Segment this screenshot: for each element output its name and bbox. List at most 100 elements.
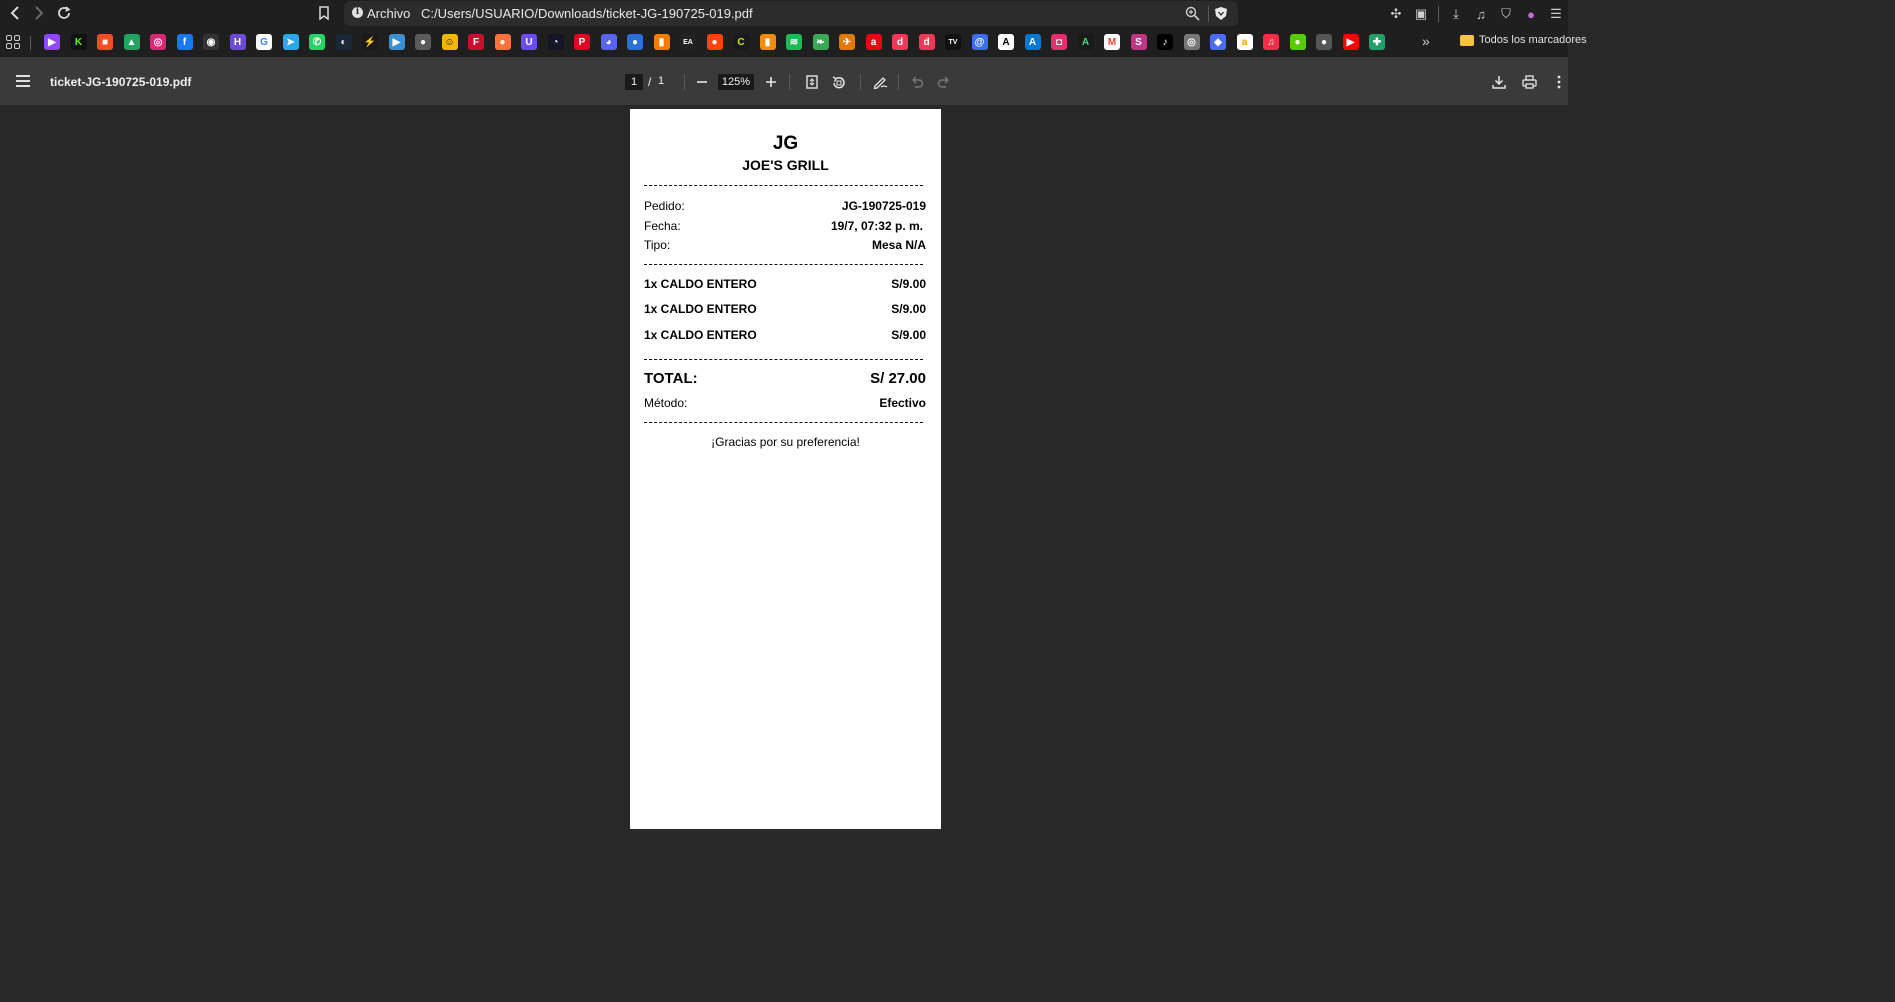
media-controls-icon[interactable]: ♫ xyxy=(1473,6,1489,22)
zoom-in-button[interactable] xyxy=(762,73,780,91)
a-icon[interactable]: a xyxy=(865,34,882,50)
total-label: TOTAL: xyxy=(644,370,698,387)
reload-icon xyxy=(58,6,71,19)
tiktok-icon[interactable]: ♪ xyxy=(1157,34,1173,50)
anime-a-icon[interactable]: A xyxy=(1077,34,1094,50)
whatsapp-icon[interactable]: ✆ xyxy=(309,34,325,50)
play-icon[interactable]: ▶ xyxy=(388,34,405,50)
apps-grid-icon[interactable] xyxy=(6,35,20,49)
tradingview-icon[interactable]: TV xyxy=(945,34,961,50)
telegram-icon[interactable]: ➤ xyxy=(282,34,299,50)
deepseek-icon[interactable]: ◆ xyxy=(1210,34,1226,50)
print-button[interactable] xyxy=(1520,73,1538,91)
reddit-icon[interactable]: ● xyxy=(706,34,723,50)
puzzle-green-icon[interactable]: ✚ xyxy=(1369,34,1385,50)
hianime-icon[interactable]: H xyxy=(229,34,246,50)
pdf-page: JG JOE'S GRILL Pedido: JG-190725-019 Fec… xyxy=(630,109,941,829)
toolbar-divider xyxy=(1438,6,1439,22)
instagram-icon[interactable]: ◎ xyxy=(150,34,166,50)
instagram-d-icon[interactable]: ◘ xyxy=(1051,34,1067,50)
apple-icon[interactable]: ● xyxy=(1316,34,1332,50)
page-number-input[interactable]: 1 xyxy=(625,74,643,90)
site-info-icon[interactable]: i xyxy=(352,7,363,18)
analytics-icon[interactable]: ▮ xyxy=(759,34,776,50)
globe-icon[interactable]: ● xyxy=(415,34,431,50)
undo-button[interactable] xyxy=(908,73,926,91)
sidebar-menu-icon[interactable] xyxy=(16,75,30,87)
line-item-price: S/9.00 xyxy=(891,302,926,316)
kick-icon[interactable]: K xyxy=(70,34,87,50)
loader-icon[interactable]: C xyxy=(733,34,749,50)
azure-icon[interactable]: A xyxy=(1024,34,1041,50)
bird-icon[interactable]: ✈ xyxy=(839,34,855,50)
all-bookmarks-folder[interactable]: Todos los marcadores xyxy=(1460,34,1587,46)
forward-button[interactable] xyxy=(29,4,49,22)
fit-page-button[interactable] xyxy=(803,73,821,91)
facebook-icon[interactable]: f xyxy=(176,34,193,50)
d-icon[interactable]: d xyxy=(892,34,908,50)
line-item-desc: 1x CALDO ENTERO xyxy=(644,277,757,291)
firefox-icon[interactable]: ● xyxy=(494,34,511,50)
smile-icon[interactable]: ☺ xyxy=(441,34,458,50)
bookmark-page-icon[interactable] xyxy=(316,5,332,21)
reading-list-icon[interactable]: ▣ xyxy=(1413,6,1429,22)
music-icon[interactable]: ♫ xyxy=(1263,34,1279,50)
line-item-price: S/9.00 xyxy=(891,328,926,342)
youtube-icon[interactable]: ▶ xyxy=(1342,34,1359,50)
twitch-icon[interactable]: ▶ xyxy=(44,34,60,50)
pdf-title: ticket-JG-190725-019.pdf xyxy=(50,75,192,89)
s-icon[interactable]: S xyxy=(1130,34,1147,50)
url-scheme-chip[interactable]: Archivo xyxy=(367,6,410,21)
earth-icon[interactable]: ● xyxy=(627,34,643,50)
pinterest-icon[interactable]: P xyxy=(574,34,590,50)
microsoft-icon[interactable]: ■ xyxy=(97,34,113,50)
pulse-icon[interactable]: ⚡ xyxy=(362,34,378,50)
stats-icon[interactable]: ▮ xyxy=(653,34,670,50)
target-icon[interactable]: ◎ xyxy=(1183,34,1200,50)
zoom-level-input[interactable]: 125% xyxy=(718,74,754,90)
speedtest-icon[interactable]: ◔ xyxy=(547,34,564,50)
google-icon[interactable]: G xyxy=(256,34,272,50)
reload-button[interactable] xyxy=(54,4,74,22)
url-text[interactable]: C:/Users/USUARIO/Downloads/ticket-JG-190… xyxy=(421,6,753,21)
duolingo-icon[interactable]: ● xyxy=(1289,34,1306,50)
d2-icon[interactable]: d xyxy=(918,34,935,50)
ea-icon[interactable]: EA xyxy=(680,34,696,50)
discord-icon[interactable]: ◕ xyxy=(600,34,617,50)
gmail-icon[interactable]: M xyxy=(1104,34,1120,50)
more-options-button[interactable] xyxy=(1550,73,1568,91)
flag-icon[interactable]: F xyxy=(468,34,484,50)
order-label: Pedido: xyxy=(644,199,685,213)
redo-button[interactable] xyxy=(935,73,953,91)
profile-avatar-icon[interactable]: ● xyxy=(1523,6,1539,22)
draw-button[interactable] xyxy=(871,73,889,91)
browser-menu-icon[interactable]: ☰ xyxy=(1548,6,1564,22)
amazon-icon[interactable]: a xyxy=(1236,34,1253,50)
zoom-out-button[interactable] xyxy=(693,73,711,91)
extensions-puzzle-icon[interactable]: ✣ xyxy=(1388,6,1404,22)
downloads-icon[interactable]: ⤓ xyxy=(1448,6,1464,22)
pdf-viewer[interactable]: JG JOE'S GRILL Pedido: JG-190725-019 Fec… xyxy=(0,105,1568,829)
bookmarks-bar: ▶ K ■ ▲ ◎ f ◉ H G ➤ ✆ ◐ ⚡ ▶ ● ☺ F ● U ◔ P ◕ ● ▮ EA ● C ▮ ≋ ❧ ✈ a d d TV @ A A… xyxy=(0,27,1587,57)
line-item: 1x CALDO ENTERO S/9.00 xyxy=(644,302,926,316)
at-icon[interactable]: @ xyxy=(971,34,988,50)
steam-icon[interactable]: ◐ xyxy=(335,34,352,50)
address-bar-divider xyxy=(1208,6,1209,22)
order-row: Pedido: JG-190725-019 xyxy=(644,199,926,213)
google-drive-icon[interactable]: ▲ xyxy=(123,34,140,50)
vpn-shield-icon[interactable]: ⛉ xyxy=(1498,6,1514,22)
zoom-indicator-icon[interactable] xyxy=(1185,6,1200,21)
github-icon[interactable]: ◉ xyxy=(203,34,219,50)
back-button[interactable] xyxy=(5,4,25,22)
receipt-brand: JG xyxy=(772,133,799,154)
proton-icon[interactable]: U xyxy=(521,34,537,50)
feather-icon[interactable]: ❧ xyxy=(812,34,829,50)
canva-a-icon[interactable]: A xyxy=(998,34,1014,50)
download-button[interactable] xyxy=(1490,73,1508,91)
line-item: 1x CALDO ENTERO S/9.00 xyxy=(644,328,926,342)
bookmarks-overflow-chevron-icon[interactable]: » xyxy=(1422,33,1430,49)
address-bar[interactable]: i Archivo C:/Users/USUARIO/Downloads/tic… xyxy=(344,1,1238,26)
brave-shields-icon[interactable] xyxy=(1214,6,1228,21)
rotate-button[interactable] xyxy=(829,73,847,91)
spotify-icon[interactable]: ≋ xyxy=(786,34,802,50)
